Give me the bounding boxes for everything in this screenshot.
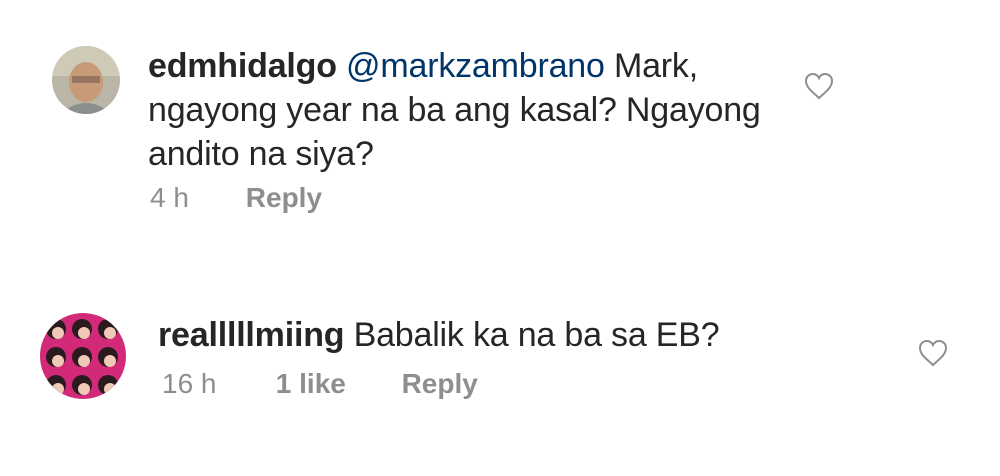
comment-username[interactable]: realllllmiing: [158, 316, 345, 354]
comment-item: edmhidalgo @markzambrano Mark, ngayong y…: [0, 0, 1000, 240]
comment-item: realllllmiing Babalik ka na ba sa EB? 16…: [0, 240, 1000, 476]
reply-button[interactable]: Reply: [246, 181, 322, 215]
comment-text: edmhidalgo @markzambrano Mark, ngayong y…: [148, 44, 808, 176]
comment-text-line2: ngayong year na ba ang kasal? Ngayong: [148, 91, 761, 129]
heart-outline-icon[interactable]: [804, 72, 834, 100]
comment-username[interactable]: edmhidalgo: [148, 47, 337, 85]
comment-timestamp[interactable]: 16 h: [162, 367, 268, 401]
comment-meta: 4 h Reply: [150, 181, 322, 215]
comment-mention-link[interactable]: @markzambrano: [346, 47, 605, 85]
heart-outline-icon[interactable]: [918, 339, 948, 367]
likes-count-button[interactable]: 1 like: [276, 367, 394, 401]
avatar[interactable]: [40, 313, 126, 399]
avatar[interactable]: [52, 46, 120, 114]
comment-timestamp[interactable]: 4 h: [150, 181, 238, 215]
comment-text-line1: Mark,: [604, 47, 698, 85]
comment-text: realllllmiing Babalik ka na ba sa EB?: [158, 313, 858, 357]
reply-button[interactable]: Reply: [402, 367, 478, 401]
comment-text-line3: andito na siya?: [148, 135, 374, 173]
comment-meta: 16 h 1 like Reply: [162, 367, 478, 401]
comment-text-body: Babalik ka na ba sa EB?: [344, 316, 720, 354]
